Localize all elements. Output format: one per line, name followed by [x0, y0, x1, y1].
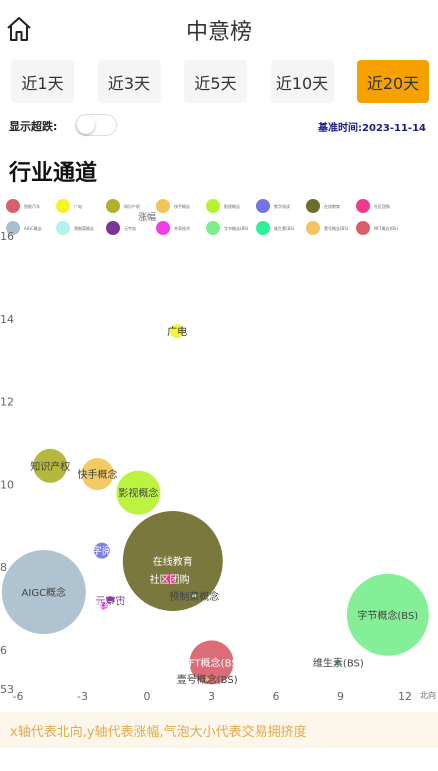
x-tick-label: 9 — [337, 690, 344, 703]
bubble-label: 广电 — [167, 325, 187, 338]
x-tick-label: -6 — [13, 690, 24, 703]
y-tick-label: 8 — [0, 561, 7, 574]
chart-footnote: x轴代表北向,y轴代表涨幅,气泡大小代表交易拥挤度 — [0, 712, 438, 748]
y-tick-label: 14 — [0, 313, 14, 326]
show-limit-toggle[interactable] — [75, 114, 117, 136]
x-tick-label: 6 — [273, 690, 280, 703]
page-title: 中意榜 — [185, 20, 252, 45]
base-date: 基准时间:2023-11-14 — [318, 123, 426, 134]
tab-1-day[interactable]: 近1天 — [11, 60, 74, 103]
period-tabs: 近1天 近3天 近5天 近10天 近20天 — [11, 60, 429, 104]
tab-3-day[interactable]: 近3天 — [97, 60, 161, 103]
section-title: 行业通道 — [9, 161, 98, 186]
tab-20-day[interactable]: 近20天 — [357, 60, 429, 103]
y-axis-label: 涨幅 — [138, 211, 156, 223]
x-tick-label: 3 — [208, 690, 215, 703]
y-tick-label: 16 — [0, 230, 14, 243]
bubble-label: 数字阅读 — [82, 545, 122, 558]
bubble-label: 社区团购 — [150, 573, 190, 586]
bubble-label: 在线教育 — [153, 555, 193, 568]
y-tick-label: 10 — [0, 478, 14, 491]
bubble-label: 壹号概念(BS) — [177, 673, 238, 686]
bubble-chart: 涨幅681012141653-6 -3 0 3 6 9 12 北向在线教育AIGC概念字节概念… — [0, 211, 436, 703]
x-tick-label: -3 — [77, 690, 88, 703]
x-tick-label: 0 — [144, 690, 151, 703]
show-limit-label: 显示超跌: — [9, 120, 58, 133]
x-axis-label: 北向 — [420, 690, 436, 700]
bubble-label: 预制菜概念 — [169, 590, 219, 603]
bubble-label: 知识产权 — [30, 460, 70, 473]
bubble-label: 影视概念 — [118, 487, 158, 500]
toggle-knob — [77, 116, 95, 134]
tab-5-day[interactable]: 近5天 — [184, 60, 247, 103]
bubble-label: 维生素(BS) — [313, 656, 364, 669]
y-tick-label: 12 — [0, 396, 14, 409]
y-tick-label: 6 — [0, 644, 7, 657]
tab-10-day[interactable]: 近10天 — [270, 60, 334, 103]
top-bar: 中意榜 — [0, 0, 438, 58]
options-row: 显示超跌: 基准时间:2023-11-14 — [9, 114, 426, 136]
bubble-label: 共享经济 — [84, 600, 124, 613]
bubble-label: 快手概念 — [78, 468, 118, 481]
x-tick-label: 12 — [398, 690, 412, 703]
bubble-label: 字节概念(BS) — [357, 609, 418, 622]
bubble-label: AIGC概念 — [22, 586, 67, 599]
bubble-label: NFT概念(BS) — [182, 656, 242, 669]
